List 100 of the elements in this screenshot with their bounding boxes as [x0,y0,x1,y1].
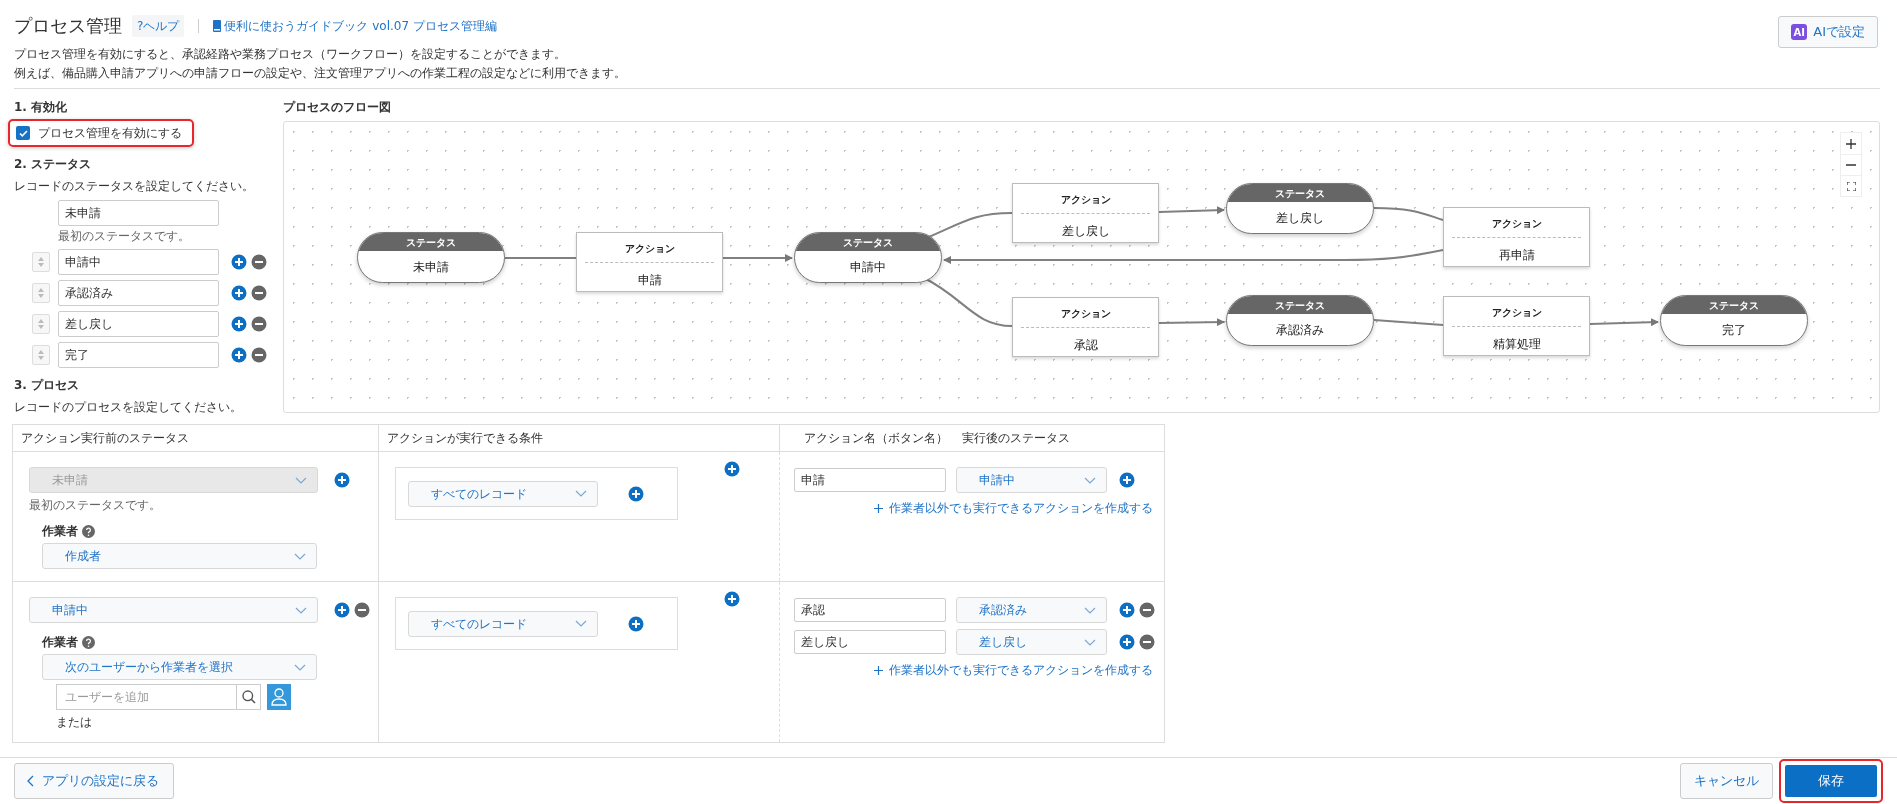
status-input[interactable]: 未申請 [58,200,219,226]
plus-icon[interactable] [231,285,247,301]
status-input[interactable]: 完了 [58,342,219,368]
plus-icon[interactable] [1119,472,1135,488]
action-name-input[interactable]: 承認 [794,598,946,622]
plus-icon[interactable] [334,602,350,618]
person-icon [271,688,287,706]
page-title: プロセス管理 [14,14,122,38]
status-input[interactable]: 差し戻し [58,311,219,337]
plus-icon[interactable] [231,254,247,270]
sort-arrows-icon [38,350,44,360]
drag-handle[interactable] [32,314,50,334]
connector-arrow [722,254,793,262]
chevron-left-icon [27,775,34,787]
status-select[interactable]: 申請中 [29,597,318,623]
plus-icon[interactable] [1119,602,1135,618]
action-node-header: アクション [1491,217,1542,231]
drag-handle[interactable] [32,345,50,365]
guide-link[interactable]: 便利に使おうガイドブック vol.07 プロセス管理編 [224,16,497,35]
description-text: 例えば、備品購入申請アプリへの申請フローの設定や、注文管理アプリへの作業工程の設定などに利用できます。 [14,65,626,82]
action-node-label: 精算処理 [1492,336,1541,353]
next-status-select[interactable]: 申請中 [956,467,1107,493]
sort-arrows-icon [38,319,44,329]
search-icon [241,690,256,704]
assignee-select[interactable]: 作成者 [42,543,317,569]
next-status-select[interactable]: 承認済み [956,597,1107,623]
chevron-down-icon [295,606,307,614]
status-node-header: ステータス [1227,296,1373,314]
chevron-down-icon [575,620,587,627]
chevron-down-icon [1084,638,1096,646]
status-input[interactable]: 申請中 [58,249,219,275]
plus-icon[interactable] [334,472,350,488]
drag-handle[interactable] [32,283,50,303]
status-input[interactable]: 承認済み [58,280,219,306]
user-search-field[interactable]: ユーザーを追加 [56,684,237,710]
section-heading: 2. ステータス [14,156,93,173]
status-node-label: 承認済み [1275,321,1325,339]
cancel-button[interactable]: キャンセル [1680,763,1773,799]
column-header: アクションが実行できる条件 [386,430,544,447]
status-node-label: 未申請 [412,258,450,276]
status-note: 最初のステータスです。 [29,497,162,514]
minus-icon[interactable] [354,602,370,618]
condition-select[interactable]: すべてのレコード [408,480,598,507]
user-picker-button[interactable] [267,684,291,710]
help-icon[interactable] [82,635,95,649]
action-name-input[interactable]: 差し戻し [794,630,946,654]
plus-icon[interactable] [231,347,247,363]
plus-icon[interactable] [724,461,740,477]
minus-icon[interactable] [1139,602,1155,618]
status-node-header: ステータス [358,233,504,251]
minus-icon[interactable] [251,285,267,301]
plus-icon[interactable] [231,316,247,332]
ai-settings-button[interactable]: AI AIで設定 [1778,16,1878,48]
status-node-header: ステータス [795,233,941,251]
action-name-input[interactable]: 申請 [794,468,946,492]
sort-arrows-icon [38,288,44,298]
check-icon [18,129,28,137]
connector-arrow [1158,318,1225,327]
status-node-header: ステータス [1227,184,1373,202]
column-header: アクション名（ボタン名） [779,425,962,451]
plus-icon[interactable] [1119,634,1135,650]
column-header: 実行後のステータス [962,430,1070,447]
plus-icon[interactable] [628,485,644,502]
next-status-select[interactable]: 差し戻し [956,629,1107,655]
back-button[interactable]: アプリの設定に戻る [14,763,174,799]
condition-select[interactable]: すべてのレコード [408,610,598,637]
minus-icon[interactable] [1139,634,1155,650]
help-icon[interactable] [82,524,95,538]
chevron-down-icon [294,552,306,560]
create-action-link[interactable]: 作業者以外でも実行できるアクションを作成する [874,499,1164,517]
assignee-label: 作業者 [42,523,78,540]
action-node-header: アクション [1491,306,1542,320]
help-link[interactable]: ?ヘルプ [132,14,185,37]
minus-icon[interactable] [251,347,267,363]
save-button[interactable]: 保存 [1785,765,1877,797]
status-node-label: 完了 [1721,321,1747,339]
connector-arrow [1589,318,1659,327]
status-node-label: 申請中 [849,258,887,276]
or-text: または [56,714,93,731]
book-icon [213,19,222,32]
minus-icon[interactable] [251,316,267,332]
assignee-select[interactable]: 次のユーザーから作業者を選択 [42,654,317,680]
plus-icon[interactable] [628,615,644,632]
create-action-link[interactable]: 作業者以外でも実行できるアクションを作成する [874,661,1164,679]
plus-icon[interactable] [724,591,740,607]
minus-icon[interactable] [251,254,267,270]
section-description: レコードのプロセスを設定してください。 [14,399,243,416]
search-button[interactable] [237,684,261,710]
sort-arrows-icon [38,257,44,267]
drag-handle[interactable] [32,252,50,272]
checkbox[interactable] [16,126,30,140]
chevron-down-icon [294,663,306,671]
section-heading: 1. 有効化 [14,99,69,116]
chevron-down-icon [295,476,307,484]
description-text: プロセス管理を有効にすると、承認経路や業務プロセス（ワークフロー）を設定することができます。 [14,46,567,63]
connector-arrow [1158,206,1225,215]
status-note: 最初のステータスです。 [58,228,191,245]
minus-icon [1846,164,1856,166]
section-description: レコードのステータスを設定してください。 [14,178,255,195]
section-heading: 3. プロセス [14,377,81,394]
